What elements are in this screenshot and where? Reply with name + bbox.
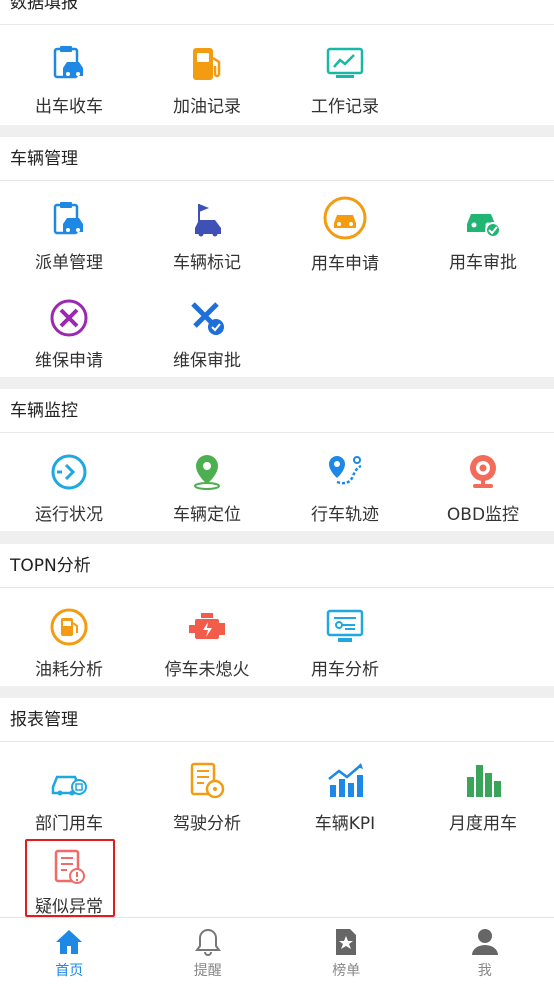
section-vehicle-management: 车辆管理 派单管理 车辆标记 用车申请 用车审批 维保申请 维保审批: [0, 137, 554, 377]
menu-item-dispatch[interactable]: 派单管理: [0, 181, 138, 273]
menu-item-label: 部门用车: [35, 814, 103, 834]
tab-reminder[interactable]: 提醒: [139, 918, 278, 986]
menu-item-label: 用车分析: [311, 660, 379, 680]
menu-item-label: 车辆KPI: [314, 814, 376, 834]
menu-item-maintenance-apply[interactable]: 维保申请: [0, 279, 138, 371]
car-clipboard-icon: [47, 199, 91, 240]
menu-item-vehicle-kpi[interactable]: 车辆KPI: [276, 742, 414, 834]
driving-report-icon: [185, 760, 229, 801]
menu-item-label: 工作记录: [311, 97, 379, 117]
tools-check-icon: [185, 297, 229, 338]
selection-highlight-box: [25, 839, 115, 917]
tab-ranking[interactable]: 榜单: [277, 918, 416, 986]
home-icon: [53, 926, 85, 958]
track-route-icon: [323, 451, 367, 492]
menu-item-vehicle-location[interactable]: 车辆定位: [138, 433, 276, 525]
menu-item-maintenance-approve[interactable]: 维保审批: [138, 279, 276, 371]
menu-item-car-approval[interactable]: 用车审批: [414, 181, 552, 273]
tab-label: 首页: [55, 963, 84, 979]
menu-item-car-application[interactable]: 用车申请: [276, 181, 414, 274]
menu-item-checkout[interactable]: 出车收车: [0, 25, 138, 117]
menu-item-idle-engine[interactable]: 停车未熄火: [138, 588, 276, 680]
bell-icon: [192, 926, 224, 958]
menu-item-fuel-record[interactable]: 加油记录: [138, 25, 276, 117]
menu-item-monthly-usage[interactable]: 月度用车: [414, 742, 552, 834]
menu-item-label: 维保审批: [173, 351, 241, 371]
fuel-pump-icon: [185, 43, 229, 84]
section-data-entry: 数据填报 出车收车 加油记录 工作记录: [0, 0, 554, 125]
camera-monitor-icon: [461, 451, 505, 492]
menu-item-department-usage[interactable]: 部门用车: [0, 742, 138, 834]
menu-item-label: OBD监控: [446, 505, 520, 525]
monitor-chart-icon: [323, 43, 367, 84]
car-circle-icon: [321, 195, 369, 241]
menu-item-driving-track[interactable]: 行车轨迹: [276, 433, 414, 525]
car-clipboard-icon: [47, 43, 91, 84]
dept-car-icon: [47, 760, 91, 801]
menu-item-obd-monitor[interactable]: OBD监控: [414, 433, 552, 525]
section-title: 报表管理: [0, 698, 554, 742]
tab-home[interactable]: 首页: [0, 918, 139, 986]
bottom-tab-bar: 首页 提醒 榜单 我: [0, 917, 554, 986]
menu-item-label: 驾驶分析: [173, 814, 241, 834]
section-vehicle-monitoring: 车辆监控 运行状况 车辆定位 行车轨迹 OBD监控: [0, 389, 554, 531]
menu-item-label: 行车轨迹: [311, 505, 379, 525]
run-status-icon: [47, 451, 91, 492]
menu-item-label: 维保申请: [35, 351, 103, 371]
tab-label: 提醒: [193, 963, 222, 979]
section-title: TOPN分析: [0, 544, 554, 588]
user-icon: [469, 926, 501, 958]
tab-me[interactable]: 我: [416, 918, 554, 986]
fuel-circle-icon: [47, 606, 91, 647]
menu-item-run-status[interactable]: 运行状况: [0, 433, 138, 525]
section-topn-analysis: TOPN分析 油耗分析 停车未熄火 用车分析: [0, 544, 554, 686]
menu-item-fuel-analysis[interactable]: 油耗分析: [0, 588, 138, 680]
menu-item-work-record[interactable]: 工作记录: [276, 25, 414, 117]
menu-item-label: 出车收车: [35, 97, 103, 117]
tools-circle-icon: [47, 297, 91, 338]
menu-item-usage-analysis[interactable]: 用车分析: [276, 588, 414, 680]
section-title: 车辆管理: [0, 137, 554, 181]
tab-label: 我: [477, 963, 492, 979]
section-title: 数据填报: [0, 0, 554, 25]
menu-item-label: 车辆定位: [173, 505, 241, 525]
menu-item-label: 用车审批: [449, 253, 517, 273]
location-pin-icon: [185, 451, 229, 492]
menu-item-label: 加油记录: [173, 97, 241, 117]
menu-item-label: 月度用车: [449, 814, 517, 834]
engine-icon: [185, 606, 229, 647]
menu-item-driving-analysis[interactable]: 驾驶分析: [138, 742, 276, 834]
star-doc-icon: [330, 926, 362, 958]
menu-item-label: 车辆标记: [173, 253, 241, 273]
car-check-icon: [461, 199, 505, 240]
menu-item-label: 派单管理: [35, 253, 103, 273]
section-title: 车辆监控: [0, 389, 554, 433]
menu-item-label: 运行状况: [35, 505, 103, 525]
menu-item-label: 停车未熄火: [164, 660, 250, 680]
menu-item-vehicle-mark[interactable]: 车辆标记: [138, 181, 276, 273]
tab-label: 榜单: [332, 963, 361, 979]
screen-analysis-icon: [323, 606, 367, 647]
kpi-chart-icon: [323, 760, 367, 801]
menu-item-label: 用车申请: [311, 254, 379, 274]
menu-item-label: 油耗分析: [35, 660, 103, 680]
car-flag-icon: [185, 199, 229, 240]
bar-chart-icon: [461, 760, 505, 801]
